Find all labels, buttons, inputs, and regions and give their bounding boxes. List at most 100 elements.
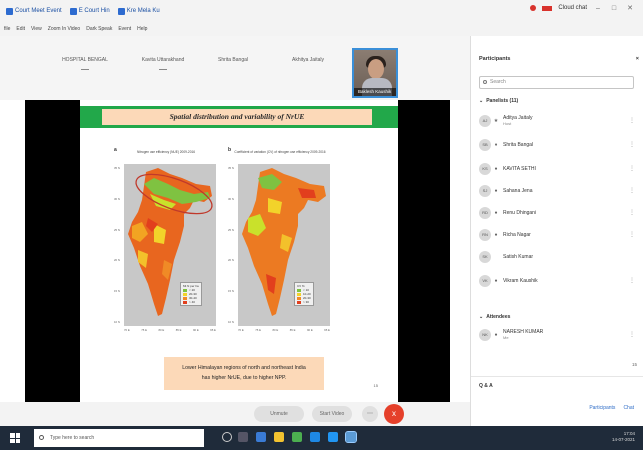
chevron-down-icon: ⌄ (479, 314, 484, 320)
slide-header-band: Spatial distribution and variability of … (80, 106, 398, 128)
role-icon: ● (494, 166, 498, 172)
y-ticks: 35 N 30 N 25 N 20 N 15 N 10 N (228, 166, 234, 324)
role-icon: ● (494, 278, 498, 284)
panel-footer: Q & A Participants Chat (471, 376, 643, 426)
meeting-controls: Unmute Start Video ⋯ x (0, 402, 470, 426)
participant-row[interactable]: RN ● Richa Nagar ⋮ (479, 226, 637, 244)
chrome-icon[interactable] (292, 432, 302, 442)
participant-row[interactable]: AJ ★ Aditya Jaitaly Host ⋮ (479, 112, 637, 130)
participant-row[interactable]: SJ ● Sahana Jena ⋮ (479, 182, 637, 200)
participant-row[interactable]: SB ♦ Shrita Bangal ⋮ (479, 136, 637, 154)
avatar: SB (479, 139, 491, 151)
store-icon[interactable] (310, 432, 320, 442)
role-icon: ● (494, 232, 498, 238)
avatar: KS (479, 163, 491, 175)
avatar: VK (479, 275, 491, 287)
slide-title: Spatial distribution and variability of … (102, 109, 372, 125)
close-panel-icon[interactable]: × (636, 56, 639, 62)
participant-search-input[interactable]: Search (479, 76, 634, 89)
shared-screen: Spatial distribution and variability of … (25, 100, 450, 402)
participant-row[interactable]: NK ● NARESH KUMAR Me ⋮ (479, 326, 637, 344)
app-icon (69, 7, 77, 15)
role-icon: ★ (493, 118, 499, 124)
edge-icon[interactable] (256, 432, 266, 442)
chevron-down-icon: ⌄ (479, 98, 484, 104)
participant-row[interactable]: VK ● Vikram Kaushik ⋮ (479, 272, 637, 290)
avatar: SK (479, 251, 491, 263)
more-icon[interactable]: ⋮ (629, 165, 635, 172)
more-icon[interactable]: ⋮ (629, 277, 635, 284)
video-thumb[interactable]: Akhitya Jaitaly (275, 52, 341, 82)
panelists-section[interactable]: ⌄ Panelists (11) (479, 98, 518, 104)
title-bar: Court Meet Event E Court Hin Kre Mela Ku… (0, 0, 643, 22)
participant-row[interactable]: RD ● Renu Dhingani ⋮ (479, 204, 637, 222)
windows-taskbar: Type here to search 17:04 14-07-2021 (0, 426, 643, 450)
outlook-icon[interactable] (328, 432, 338, 442)
avatar: RD (479, 207, 491, 219)
participants-header: Participants × (479, 56, 639, 62)
menu-item-file[interactable]: file (4, 26, 10, 32)
leave-icon[interactable]: x (384, 404, 404, 424)
video-thumb[interactable]: HOSPITAL BENGAL (52, 52, 118, 82)
chat-button[interactable]: Chat (623, 405, 634, 411)
unmute-button[interactable]: Unmute (254, 406, 304, 422)
participants-button[interactable]: Participants (589, 405, 615, 411)
more-icon[interactable]: ⋮ (629, 141, 635, 148)
qa-label[interactable]: Q & A (479, 383, 493, 389)
slide-page-number: 15 (373, 383, 378, 388)
map-panel-b: b Coefficient of variation (CV) of nitro… (226, 147, 334, 338)
map-frame: Mt N per ha < 20 20-30 30-40 > 40 (124, 164, 216, 326)
browser-tab-3[interactable]: Kre Mela Ku (117, 7, 160, 15)
meeting-app-icon[interactable] (345, 431, 357, 443)
video-thumb[interactable]: Kavita Uttarakhand (130, 52, 196, 82)
participant-row[interactable]: SK Satish Kumar (479, 248, 637, 266)
browser-tab-1[interactable]: Court Meet Event (6, 7, 62, 15)
search-icon (39, 435, 44, 440)
menu-item-edit[interactable]: Edit (16, 26, 25, 32)
more-icon[interactable]: ⋮ (629, 231, 635, 238)
windows-start-icon[interactable] (10, 433, 20, 443)
menu-item-help[interactable]: Help (137, 26, 147, 32)
more-icon[interactable]: ⋮ (629, 331, 635, 338)
recording-badge (542, 5, 553, 11)
menu-item-event[interactable]: Event (118, 26, 131, 32)
video-strip: HOSPITAL BENGAL Kavita Uttarakhand Shrit… (0, 36, 470, 100)
menu-item-zoom[interactable]: Zoom In Video (48, 26, 80, 32)
cloud-chat-label[interactable]: Cloud chat (558, 5, 587, 11)
map-caption: Nitrogen use efficiency (NUE) 2009-2016 (136, 150, 196, 154)
file-explorer-icon[interactable] (274, 432, 284, 442)
avatar: NK (479, 329, 491, 341)
minimize-icon[interactable]: – (593, 5, 603, 12)
close-icon[interactable]: ✕ (625, 4, 635, 12)
meeting-window: { "titlebar": { "tabs": ["Court Meet Eve… (0, 0, 643, 450)
slide: Spatial distribution and variability of … (80, 100, 398, 402)
india-map-a (128, 168, 213, 316)
maximize-icon[interactable]: □ (609, 5, 619, 12)
video-thumb[interactable]: Shrita Bangal (200, 52, 266, 82)
menu-item-speak[interactable]: Dark Speak (86, 26, 112, 32)
more-icon[interactable]: ⋮ (629, 117, 635, 124)
y-ticks: 35 N 30 N 25 N 20 N 15 N 10 N (114, 166, 120, 324)
map-caption: Coefficient of variation (CV) of nitroge… (234, 150, 326, 154)
map-legend: Mt N per ha < 20 20-30 30-40 > 40 (180, 282, 202, 306)
participant-row[interactable]: KS ● KAVITA SETHI ⋮ (479, 160, 637, 178)
more-icon[interactable]: ⋮ (629, 209, 635, 216)
cortana-icon[interactable] (222, 432, 232, 442)
task-view-icon[interactable] (238, 432, 248, 442)
app-icon (6, 7, 13, 15)
attendees-section[interactable]: ⌄ Attendees (479, 314, 510, 320)
avatar: SJ (479, 185, 491, 197)
search-icon (483, 80, 487, 84)
share-button[interactable]: ⋯ (362, 406, 378, 422)
more-icon[interactable]: ⋮ (629, 187, 635, 194)
menu-item-view[interactable]: View (31, 26, 42, 32)
participant-count: 15 (631, 362, 637, 367)
active-speaker-video[interactable]: Baklesh Kaushik (352, 48, 398, 98)
start-video-button[interactable]: Start Video (312, 406, 352, 422)
participants-title: Participants (479, 56, 511, 62)
recording-icon (530, 5, 537, 11)
system-tray-clock[interactable]: 17:04 14-07-2021 (612, 431, 635, 443)
taskbar-search-input[interactable]: Type here to search (34, 429, 204, 447)
browser-tab-2[interactable]: E Court Hin (69, 7, 110, 15)
map-panel-a: a Nitrogen use efficiency (NUE) 2009-201… (112, 147, 220, 338)
